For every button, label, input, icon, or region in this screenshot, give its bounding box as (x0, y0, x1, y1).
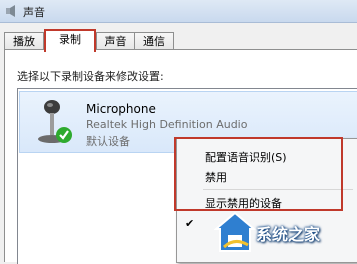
tab-playback[interactable]: 播放 (4, 32, 44, 50)
tab-sounds[interactable]: 声音 (96, 32, 135, 50)
watermark-text: 系统之家 (256, 225, 321, 244)
tab-recording[interactable]: 录制 (44, 29, 96, 52)
device-driver: Realtek High Definition Audio (86, 118, 248, 131)
menu-separator (203, 189, 353, 190)
device-name: Microphone (86, 102, 156, 116)
microphone-icon (38, 100, 72, 143)
instruction-text: 选择以下录制设备来修改设置: (17, 70, 164, 83)
speaker-icon (6, 5, 15, 17)
checkmark-icon: ✔ (185, 217, 195, 230)
tab-strip: 播放 录制 声音 通信 (0, 29, 357, 52)
window-title: 声音 (23, 6, 45, 19)
house-logo-icon (214, 211, 256, 252)
window-titlebar: 声音 (0, 0, 357, 23)
tab-communications[interactable]: 通信 (134, 32, 174, 50)
menu-item-configure-speech[interactable]: 配置语音识别(S) (205, 149, 287, 165)
watermark-logo: 系统之家 (212, 209, 357, 261)
menu-item-disable[interactable]: 禁用 (205, 169, 227, 185)
device-status: 默认设备 (86, 135, 130, 148)
